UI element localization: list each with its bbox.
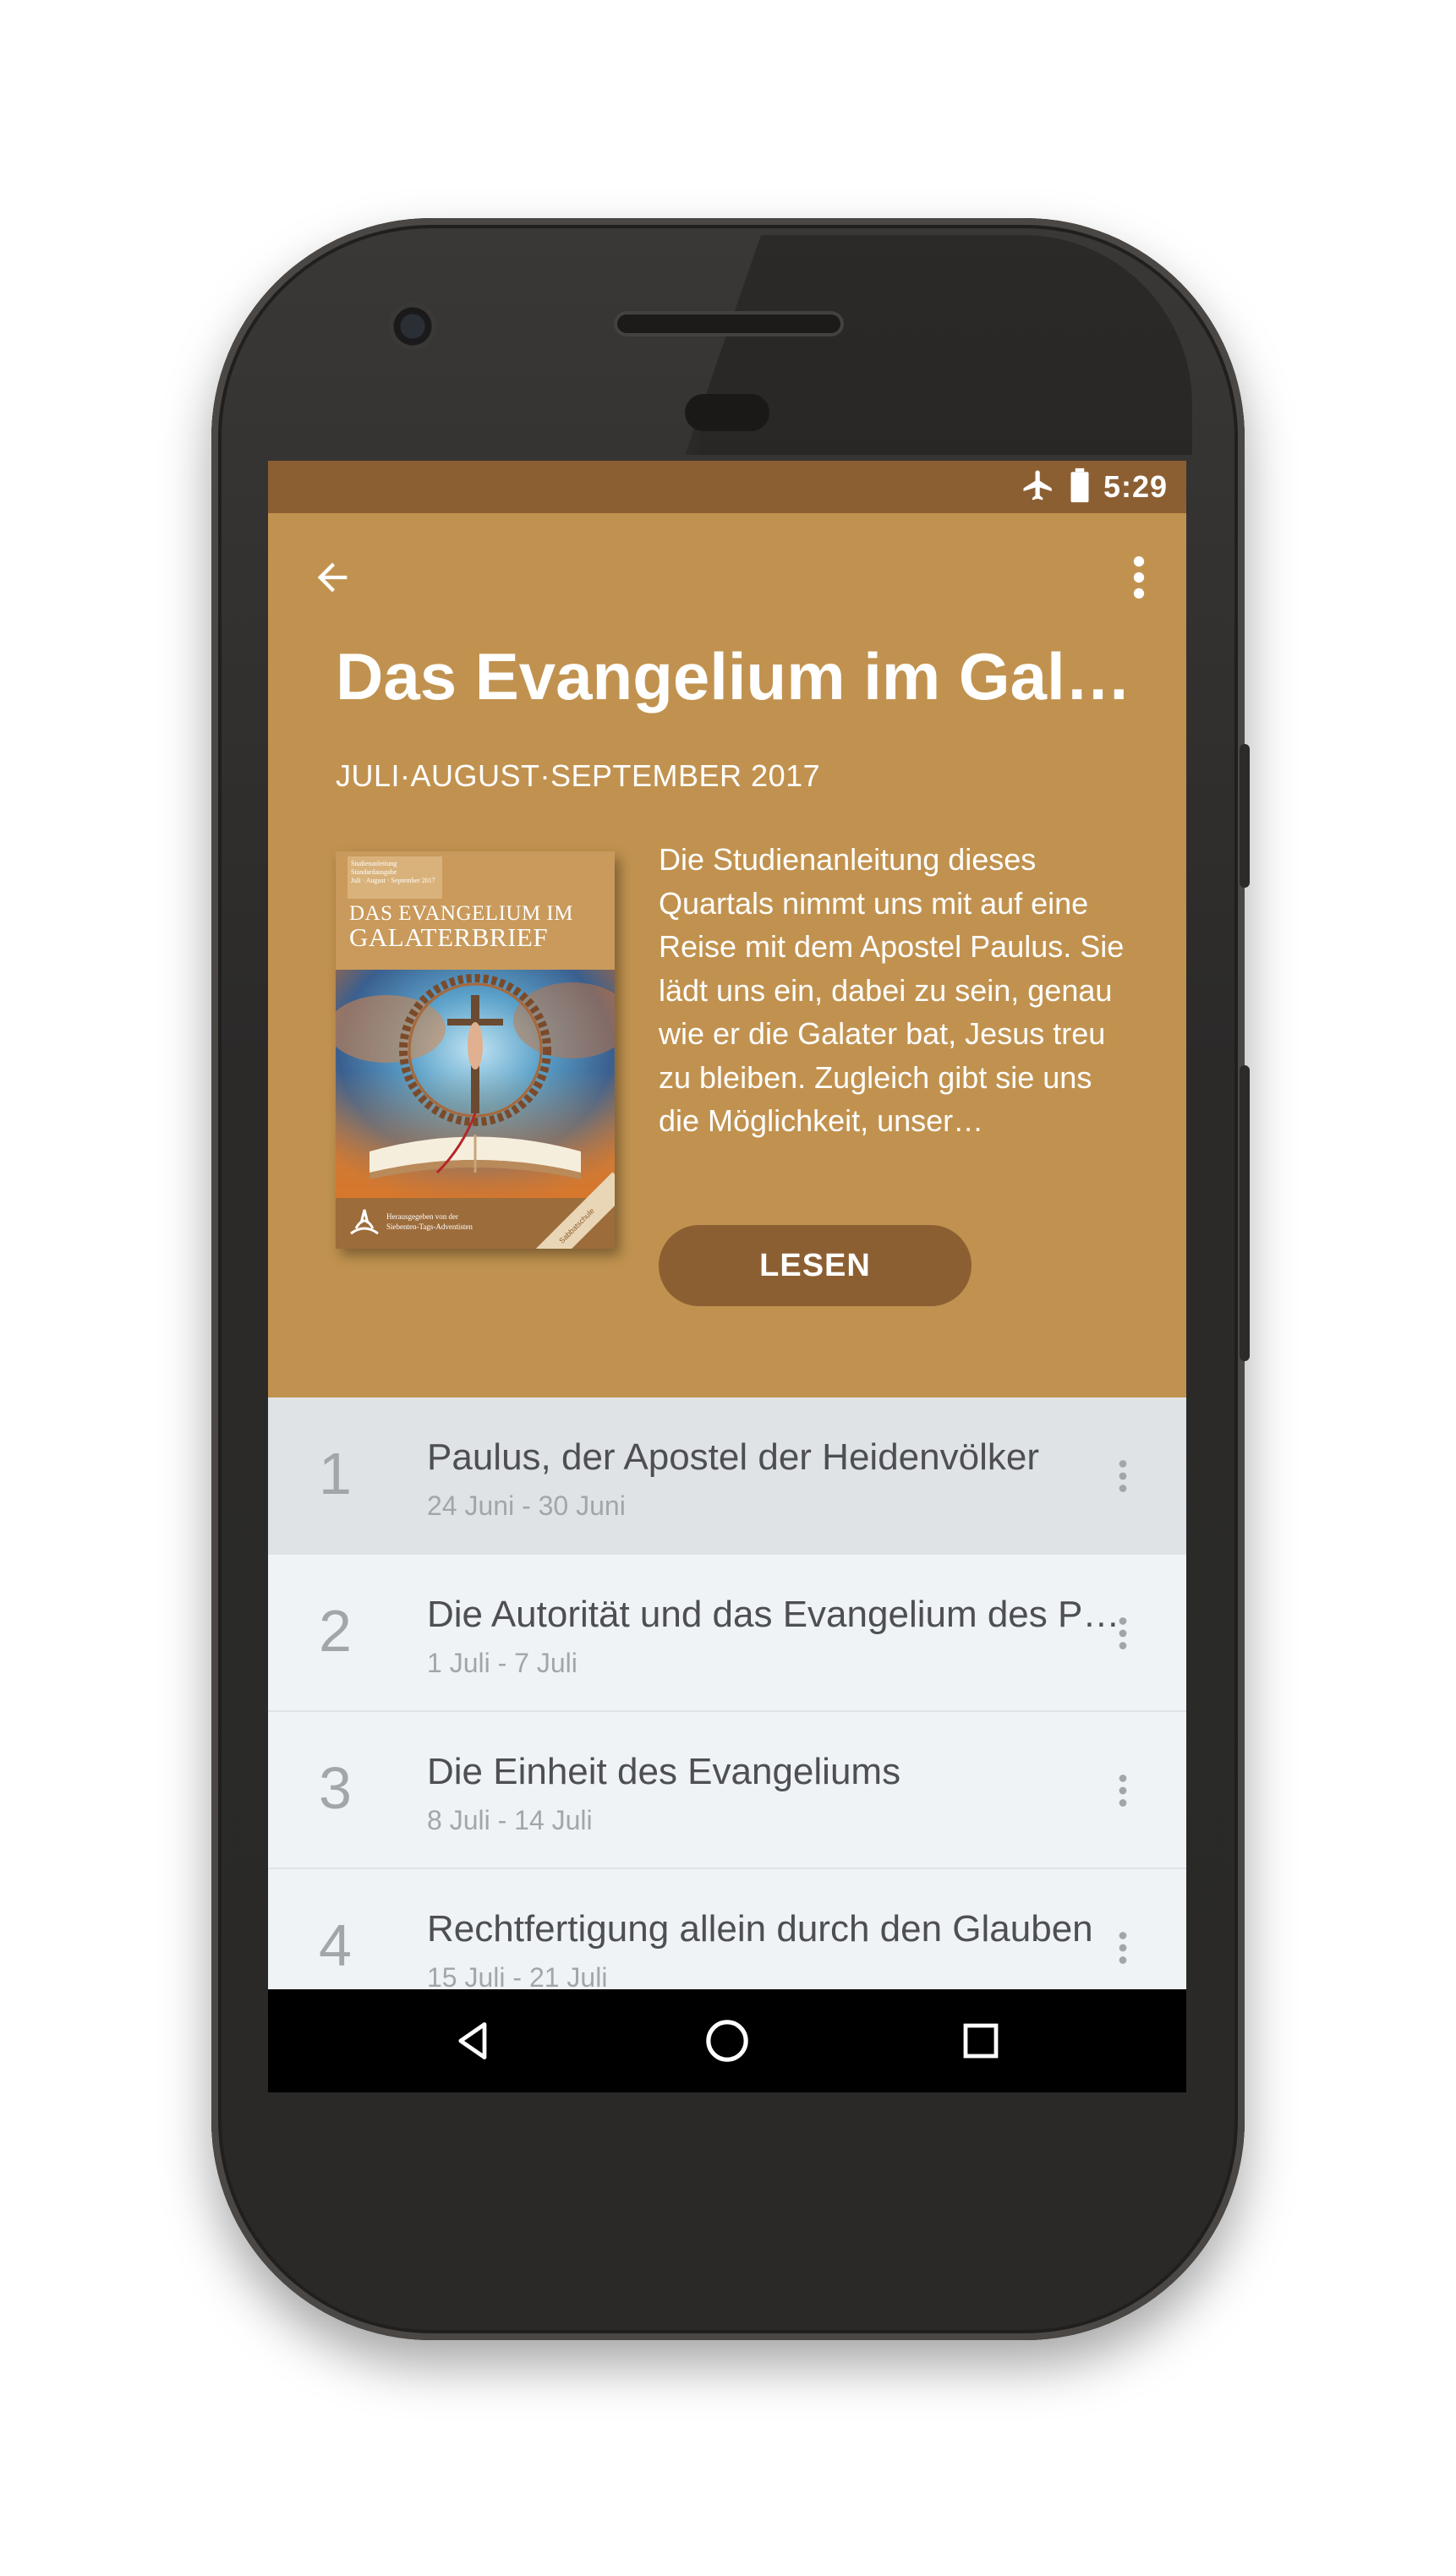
cover-footer-text: Herausgegeben von der Siebenten-Tags-Adv… (386, 1211, 473, 1232)
system-navigation-bar (268, 1989, 1186, 2092)
nav-recents-button[interactable] (947, 2007, 1015, 2075)
cover-title-line: GALATERBRIEF (349, 922, 549, 952)
home-circle-icon (706, 2020, 748, 2062)
lesson-item-3[interactable]: 3 Die Einheit des Evangeliums 8 Juli - 1… (268, 1712, 1186, 1869)
lesson-title: Paulus, der Apostel der Heidenvölker (427, 1436, 1039, 1478)
earpiece-speaker (614, 311, 844, 336)
lesson-list: 1 Paulus, der Apostel der Heidenvölker 2… (268, 1397, 1186, 1989)
power-button (1240, 744, 1250, 888)
arrow-left-icon (317, 562, 348, 593)
lesson-date: 1 Juli - 7 Juli (427, 1648, 577, 1678)
cover-label-line: Juli · August · September 2017 (351, 877, 435, 884)
proximity-sensor (685, 394, 769, 431)
more-vertical-icon (1119, 1617, 1127, 1649)
description-text: Die Studienanleitung dieses Quartals nim… (659, 842, 1125, 1138)
lesson-date: 15 Juli - 21 Juli (427, 1962, 608, 1989)
lesson-menu-button[interactable] (1110, 1605, 1136, 1661)
screen: 5:29 Das Evangelium im Gala… JULI·AUGUST… (268, 461, 1186, 2092)
lesson-item-1[interactable]: 1 Paulus, der Apostel der Heidenvölker 2… (268, 1397, 1186, 1555)
nav-home-button[interactable] (693, 2007, 761, 2075)
lesson-number: 1 (319, 1441, 352, 1507)
church-logo-icon (350, 1209, 379, 1235)
lesson-number: 4 (319, 1912, 352, 1978)
lesson-title: Die Autorität und das Evangelium des Pau… (427, 1594, 1137, 1635)
status-time: 5:29 (1103, 469, 1168, 504)
recents-square-icon (963, 2023, 999, 2059)
page-title: Das Evangelium im Gala… (336, 639, 1147, 714)
lesson-number: 2 (319, 1598, 352, 1664)
quarterly-cover-image[interactable]: Studienanleitung Standardausgabe Juli · … (336, 851, 615, 1249)
cover-top-label: Studienanleitung Standardausgabe Juli · … (348, 856, 442, 899)
more-vertical-icon (1133, 555, 1145, 599)
status-icons: 5:29 (1021, 468, 1168, 506)
cover-artwork (336, 970, 615, 1198)
lesson-title: Die Einheit des Evangeliums (427, 1751, 901, 1792)
lesson-menu-button[interactable] (1110, 1763, 1136, 1819)
lesson-item-4[interactable]: 4 Rechtfertigung allein durch den Glaube… (268, 1869, 1186, 1989)
read-button[interactable]: LESEN (659, 1225, 972, 1306)
lesson-date: 8 Juli - 14 Juli (427, 1805, 593, 1835)
airplane-icon (1021, 468, 1056, 507)
more-vertical-icon (1119, 1775, 1127, 1807)
cover-title: DAS EVANGELIUM IM GALATERBRIEF (349, 902, 603, 952)
back-triangle-icon (458, 2022, 487, 2059)
lesson-item-2[interactable]: 2 Die Autorität und das Evangelium des P… (268, 1555, 1186, 1712)
status-bar: 5:29 (268, 461, 1186, 513)
cover-footer-line: Herausgegeben von der (386, 1212, 458, 1221)
lesson-number: 3 (319, 1755, 352, 1821)
cover-label-line: Standardausgabe (351, 868, 397, 876)
lesson-menu-button[interactable] (1110, 1920, 1136, 1976)
quarterly-header: Das Evangelium im Gala… JULI·AUGUST·SEPT… (268, 513, 1186, 1397)
front-camera (389, 303, 436, 350)
cover-label-line: Studienanleitung (351, 860, 397, 867)
lesson-title: Rechtfertigung allein durch den Glauben (427, 1908, 1093, 1950)
more-vertical-icon (1119, 1932, 1127, 1964)
back-button[interactable] (302, 547, 363, 608)
overflow-menu-button[interactable] (1114, 547, 1164, 608)
more-vertical-icon (1119, 1460, 1127, 1492)
lesson-date: 24 Juni - 30 Juni (427, 1490, 626, 1521)
battery-icon (1068, 468, 1092, 507)
volume-button (1240, 1065, 1250, 1361)
cover-footer: Herausgegeben von der Siebenten-Tags-Adv… (336, 1172, 615, 1249)
lesson-menu-button[interactable] (1110, 1448, 1136, 1504)
cover-footer-line: Siebenten-Tags-Adventisten (386, 1222, 473, 1231)
quarter-date-range: JULI·AUGUST·SEPTEMBER 2017 (336, 758, 821, 793)
nav-back-button[interactable] (440, 2007, 507, 2075)
quarterly-description: Die Studienanleitung dieses Quartals nim… (659, 838, 1132, 1191)
